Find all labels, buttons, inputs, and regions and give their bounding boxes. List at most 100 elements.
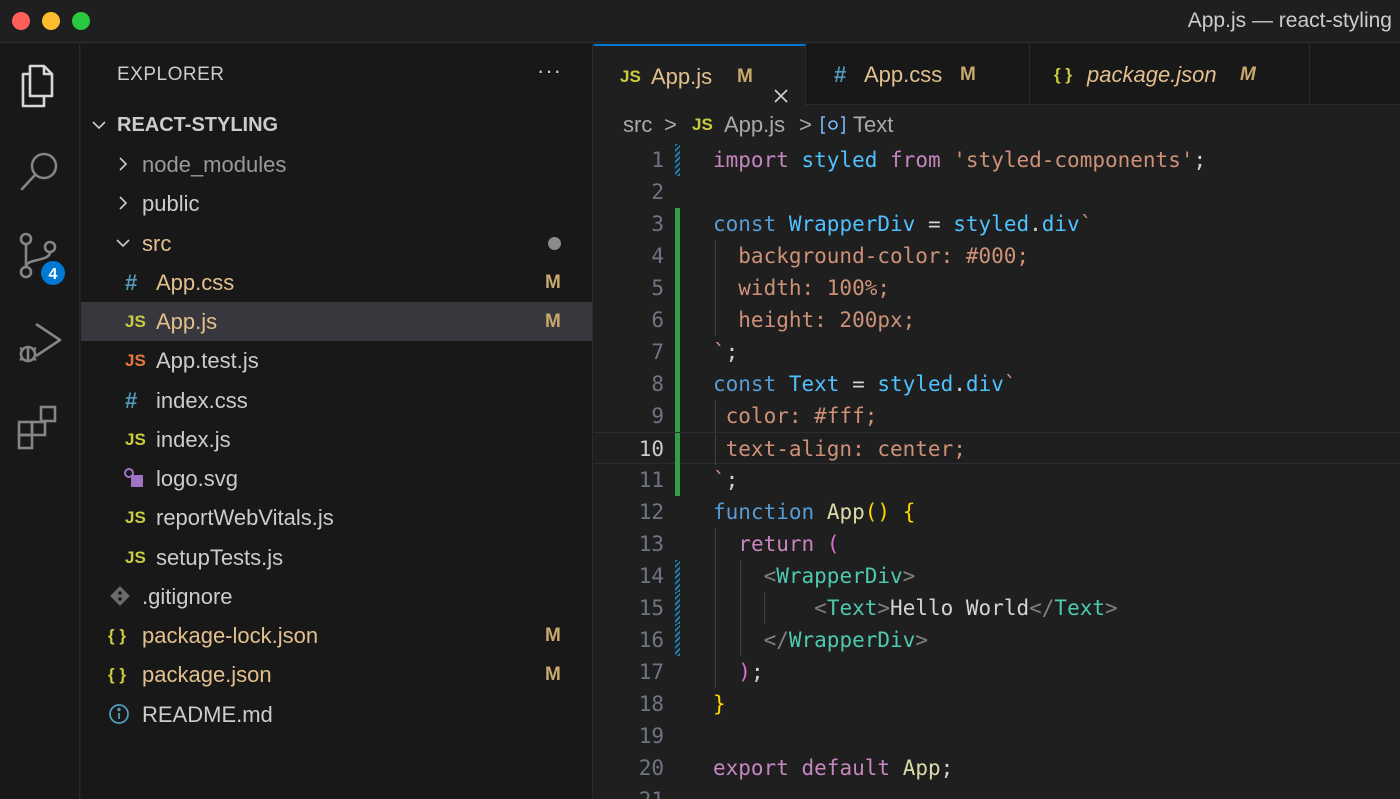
close-window-button[interactable] (12, 12, 30, 30)
code-line[interactable]: 17 ); (594, 656, 1400, 688)
tree-item-report-web-vitals[interactable]: JS reportWebVitals.js (81, 498, 592, 537)
chevron-right-icon: > (664, 112, 677, 137)
code-token: div (965, 372, 1004, 396)
tree-item-label: index.js (156, 427, 231, 452)
tab-label: App.css (864, 62, 943, 87)
code-token: Text (788, 372, 840, 396)
code-line[interactable]: 10 text-align: center; (594, 432, 1400, 465)
run-debug-icon[interactable] (14, 316, 66, 368)
code-line[interactable]: 4 background-color: #000; (594, 240, 1400, 272)
extensions-icon[interactable] (14, 400, 66, 452)
close-icon[interactable] (772, 67, 790, 103)
code-text: export default App; (713, 752, 953, 784)
search-icon[interactable] (14, 146, 66, 198)
code-line[interactable]: 1 import styled from 'styled-components'; (594, 144, 1400, 176)
tree-item-index-css[interactable]: # index.css (81, 381, 592, 420)
modified-dot-icon (548, 237, 561, 250)
tree-item-label: setupTests.js (156, 545, 284, 570)
line-number: 3 (651, 212, 664, 236)
code-token: const (713, 372, 777, 396)
code-line[interactable]: 19 (594, 720, 1400, 752)
tree-item-logo-svg[interactable]: logo.svg (81, 459, 592, 498)
code-token: ; (1193, 148, 1207, 172)
gutter-modified-marker (675, 624, 680, 656)
more-actions-icon[interactable]: ··· (537, 58, 562, 84)
tree-item-label: index.css (156, 388, 248, 413)
code-token: div (1041, 212, 1080, 236)
code-token: WrapperDiv (788, 212, 916, 236)
code-line[interactable]: 8 const Text = styled.div` (594, 368, 1400, 400)
line-number: 16 (638, 628, 664, 652)
tree-item-setup-tests[interactable]: JS setupTests.js (81, 538, 592, 577)
minimize-window-button[interactable] (42, 12, 60, 30)
code-line[interactable]: 5 width: 100%; (594, 272, 1400, 304)
code-line[interactable]: 11 `; (594, 464, 1400, 496)
tree-item-label: public (142, 191, 200, 216)
code-line[interactable]: 14 <WrapperDiv> (594, 560, 1400, 592)
tab-package-json[interactable]: { } package.json M (1030, 44, 1310, 105)
code-line[interactable]: 15 <Text>Hello World</Text> (594, 592, 1400, 624)
code-editor[interactable]: 1 import styled from 'styled-components';… (594, 144, 1400, 799)
code-text: </WrapperDiv> (713, 624, 928, 656)
code-line[interactable]: 9 color: #fff; (594, 400, 1400, 432)
code-text: const Text = styled.div` (713, 368, 1017, 400)
code-line[interactable]: 2 (594, 176, 1400, 208)
code-line[interactable]: 21 (594, 784, 1400, 799)
code-text: width: 100%; (713, 272, 890, 304)
code-line[interactable]: 7 `; (594, 336, 1400, 368)
tab-app-js[interactable]: JS App.js M (594, 44, 806, 106)
gutter-added-marker (675, 272, 680, 304)
code-line[interactable]: 13 return ( (594, 528, 1400, 560)
project-folder[interactable]: REACT-STYLING (81, 106, 592, 145)
tree-item-package-json[interactable]: { } package.json M (81, 655, 592, 694)
code-token: width: 100%; (713, 276, 891, 300)
window-title: App.js — react-styling (1187, 9, 1392, 32)
tree-item-index-js[interactable]: JS index.js (81, 420, 592, 459)
code-line[interactable]: 18} (594, 688, 1400, 720)
tree-item-public[interactable]: public (81, 184, 592, 223)
code-line[interactable]: 16 </WrapperDiv> (594, 624, 1400, 656)
code-token: = (839, 372, 878, 396)
tree-item-app-js[interactable]: JS App.js M (81, 302, 592, 341)
git-status-badge: M (545, 664, 561, 685)
tree-item-label: reportWebVitals.js (156, 505, 334, 530)
code-token: from (890, 148, 941, 172)
tree-item-src[interactable]: src (81, 224, 592, 263)
code-token: Text (826, 596, 878, 620)
maximize-window-button[interactable] (72, 12, 90, 30)
js-file-icon: JS (692, 115, 713, 134)
code-line[interactable]: 12 function App() { (594, 496, 1400, 528)
breadcrumb-folder[interactable]: src (623, 106, 652, 144)
tab-app-css[interactable]: # App.css M (806, 44, 1030, 105)
tree-item-label: node_modules (142, 152, 287, 177)
json-file-icon: { } (108, 626, 126, 645)
tree-item-app-test-js[interactable]: JS App.test.js (81, 341, 592, 380)
tree-item-app-css[interactable]: # App.css M (81, 263, 592, 302)
tree-item-package-lock[interactable]: { } package-lock.json M (81, 616, 592, 655)
code-text: } (713, 688, 726, 720)
code-line[interactable]: 6 height: 200px; (594, 304, 1400, 336)
code-token: . (1029, 212, 1042, 236)
tree-item-label: App.css (156, 270, 235, 295)
tree-item-label: src (142, 231, 172, 256)
tree-item-readme[interactable]: README.md (81, 695, 592, 734)
js-file-icon: JS (125, 430, 146, 449)
breadcrumb-file[interactable]: App.js (724, 106, 785, 144)
js-file-icon: JS (125, 508, 146, 527)
project-name: REACT-STYLING (117, 114, 279, 136)
breadcrumb-symbol[interactable]: Text (853, 106, 893, 144)
gutter-added-marker (675, 368, 680, 400)
line-number: 4 (651, 244, 664, 268)
code-token: App (826, 500, 865, 524)
line-number: 20 (638, 756, 664, 780)
code-line[interactable]: 20 export default App; (594, 752, 1400, 784)
code-line[interactable]: 3 const WrapperDiv = styled.div` (594, 208, 1400, 240)
breadcrumb: src > JS App.js > Text (594, 106, 1400, 144)
tree-item-node-modules[interactable]: node_modules (81, 145, 592, 184)
files-icon[interactable] (14, 60, 66, 112)
code-token: default (801, 756, 891, 780)
tree-item-gitignore[interactable]: .gitignore (81, 577, 592, 616)
code-text: `; (713, 336, 738, 368)
source-control-badge: 4 (39, 259, 67, 287)
